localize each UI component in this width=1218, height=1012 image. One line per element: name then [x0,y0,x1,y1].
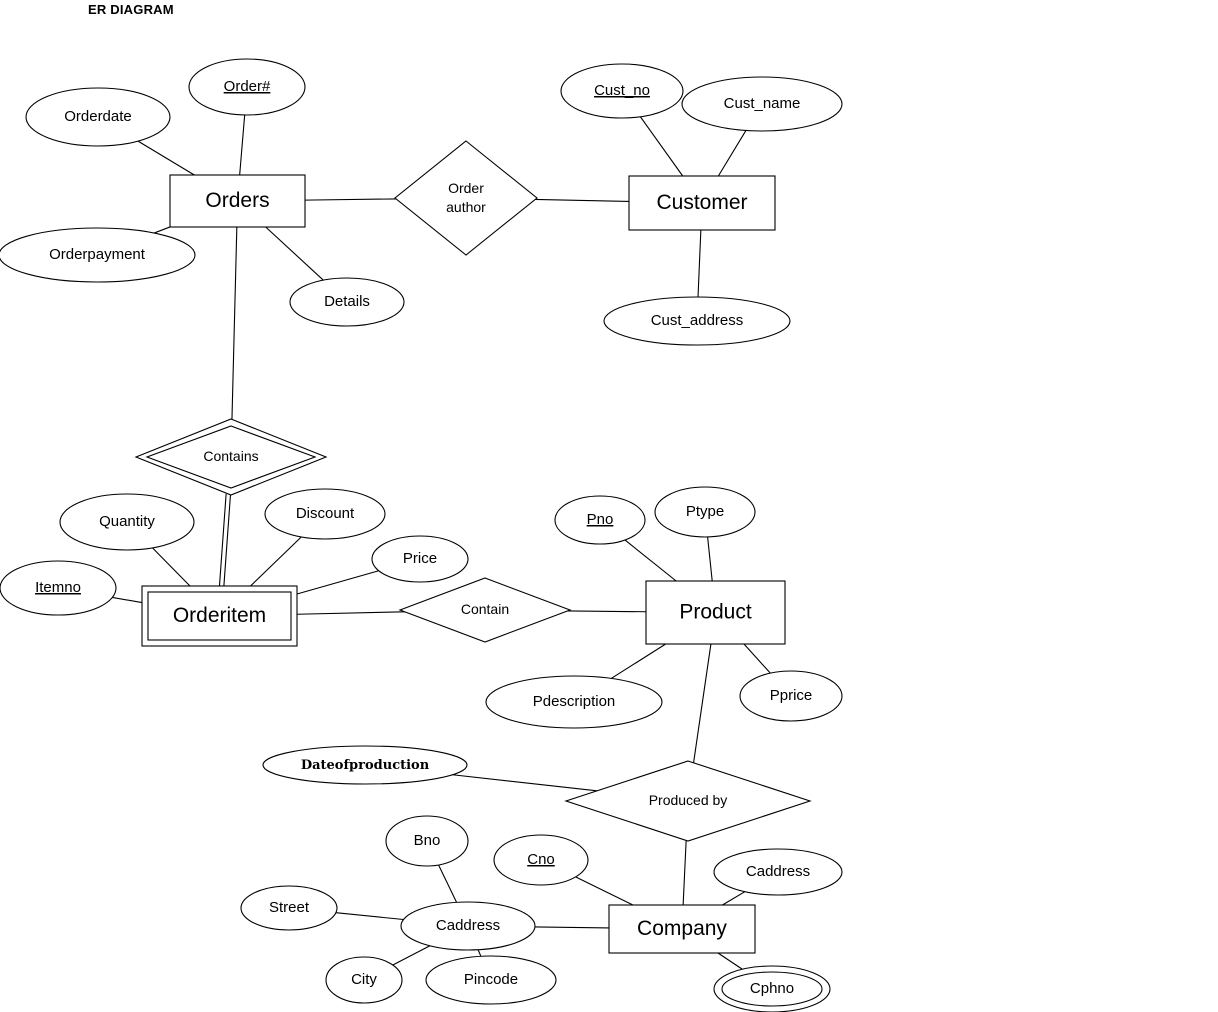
attribute-label-street: Street [269,899,310,916]
attribute-label-bno: Bno [414,832,441,849]
attribute-label-dateofproduction: Dateofproduction [301,758,430,773]
attribute-label-pincode: Pincode [464,971,518,988]
connection-pincode-to-caddress-comp [477,949,482,957]
attribute-label-details: Details [324,293,370,310]
attribute-label-itemno: Itemno [35,579,81,596]
attribute-label-quantity: Quantity [99,513,155,530]
connection-orderpayment-to-orders [153,226,171,234]
attribute-label-pdescription: Pdescription [533,693,616,710]
connection-caddress-comp-to-company [534,926,610,929]
connection-produced-by-to-company [682,840,687,906]
connection-city-to-caddress-comp [392,945,431,966]
connection-discount-to-orderitem [250,536,302,587]
connection-product-to-produced-by [693,643,712,763]
connection-order-number-to-orders [239,114,246,176]
attribute-label-order-number: Order# [224,78,271,95]
connection-cno-to-company [575,876,634,906]
er-diagram-svg: Order authorContainsContainProduced byOrd… [0,58,843,1012]
attribute-label-cphno: Cphno [750,980,794,997]
relationship-label-contains: Contains [203,448,258,464]
er-diagram-canvas: ER DIAGRAM Order author Contains Contain Pro… [0,0,1218,1012]
attribute-label-caddress-company: Caddress [746,863,810,880]
connection-dateofproduction-to-produced-by [452,774,598,792]
connection-contain-to-product [567,610,647,613]
connection-cphno-to-company [717,952,743,970]
relationship-label-contain: Contain [461,601,509,617]
connection-price-to-orderitem [296,570,379,595]
attribute-label-orderpayment: Orderpayment [49,246,146,263]
connection-ptype-to-product [707,536,713,582]
connection-pno-to-product [624,539,677,582]
connection-street-to-caddress-comp [335,912,404,921]
attribute-label-cust-address: Cust_address [651,312,744,329]
connection-cust-name-to-customer [717,130,747,177]
entity-label-orders: Orders [205,189,269,212]
connection-details-to-orders [265,226,324,281]
attribute-label-cust-name: Cust_name [724,95,801,112]
connection-itemno-to-orderitem [112,596,143,604]
attribute-label-caddress-comp: Caddress [436,917,500,934]
attribute-label-discount: Discount [296,505,355,522]
connection-orders-to-order-author [304,198,397,201]
attribute-label-pprice: Pprice [770,687,813,704]
connection-cust-address-to-customer [697,229,702,298]
attribute-label-cno: Cno [527,851,555,868]
entity-label-product: Product [679,600,752,623]
connection-orderdate-to-orders [137,140,195,176]
connection-pprice-to-product [743,643,771,674]
connection-quantity-to-orderitem [152,547,191,587]
connection-pdescription-to-product [610,643,666,679]
entity-label-customer: Customer [656,191,747,214]
attribute-label-cust-no: Cust_no [594,82,650,99]
entity-label-company: Company [637,917,727,940]
connection-orders-to-contains [231,226,238,420]
entity-label-orderitem: Orderitem [173,604,266,627]
attribute-label-pno: Pno [587,511,614,528]
connection-cust-no-to-customer [639,116,684,177]
attribute-label-city: City [351,971,377,988]
connection-order-author-to-customer [535,198,630,203]
connection-caddress-company-to-company [722,891,746,906]
attribute-label-price: Price [403,550,437,567]
connection-bno-to-caddress-comp [438,864,458,903]
connection-orderitem-to-contain [296,611,405,615]
attribute-label-orderdate: Orderdate [64,108,132,125]
relationship-label-produced-by: Produced by [649,792,728,808]
attribute-label-ptype: Ptype [686,503,724,520]
connection-contains-to-orderitem [218,493,232,587]
